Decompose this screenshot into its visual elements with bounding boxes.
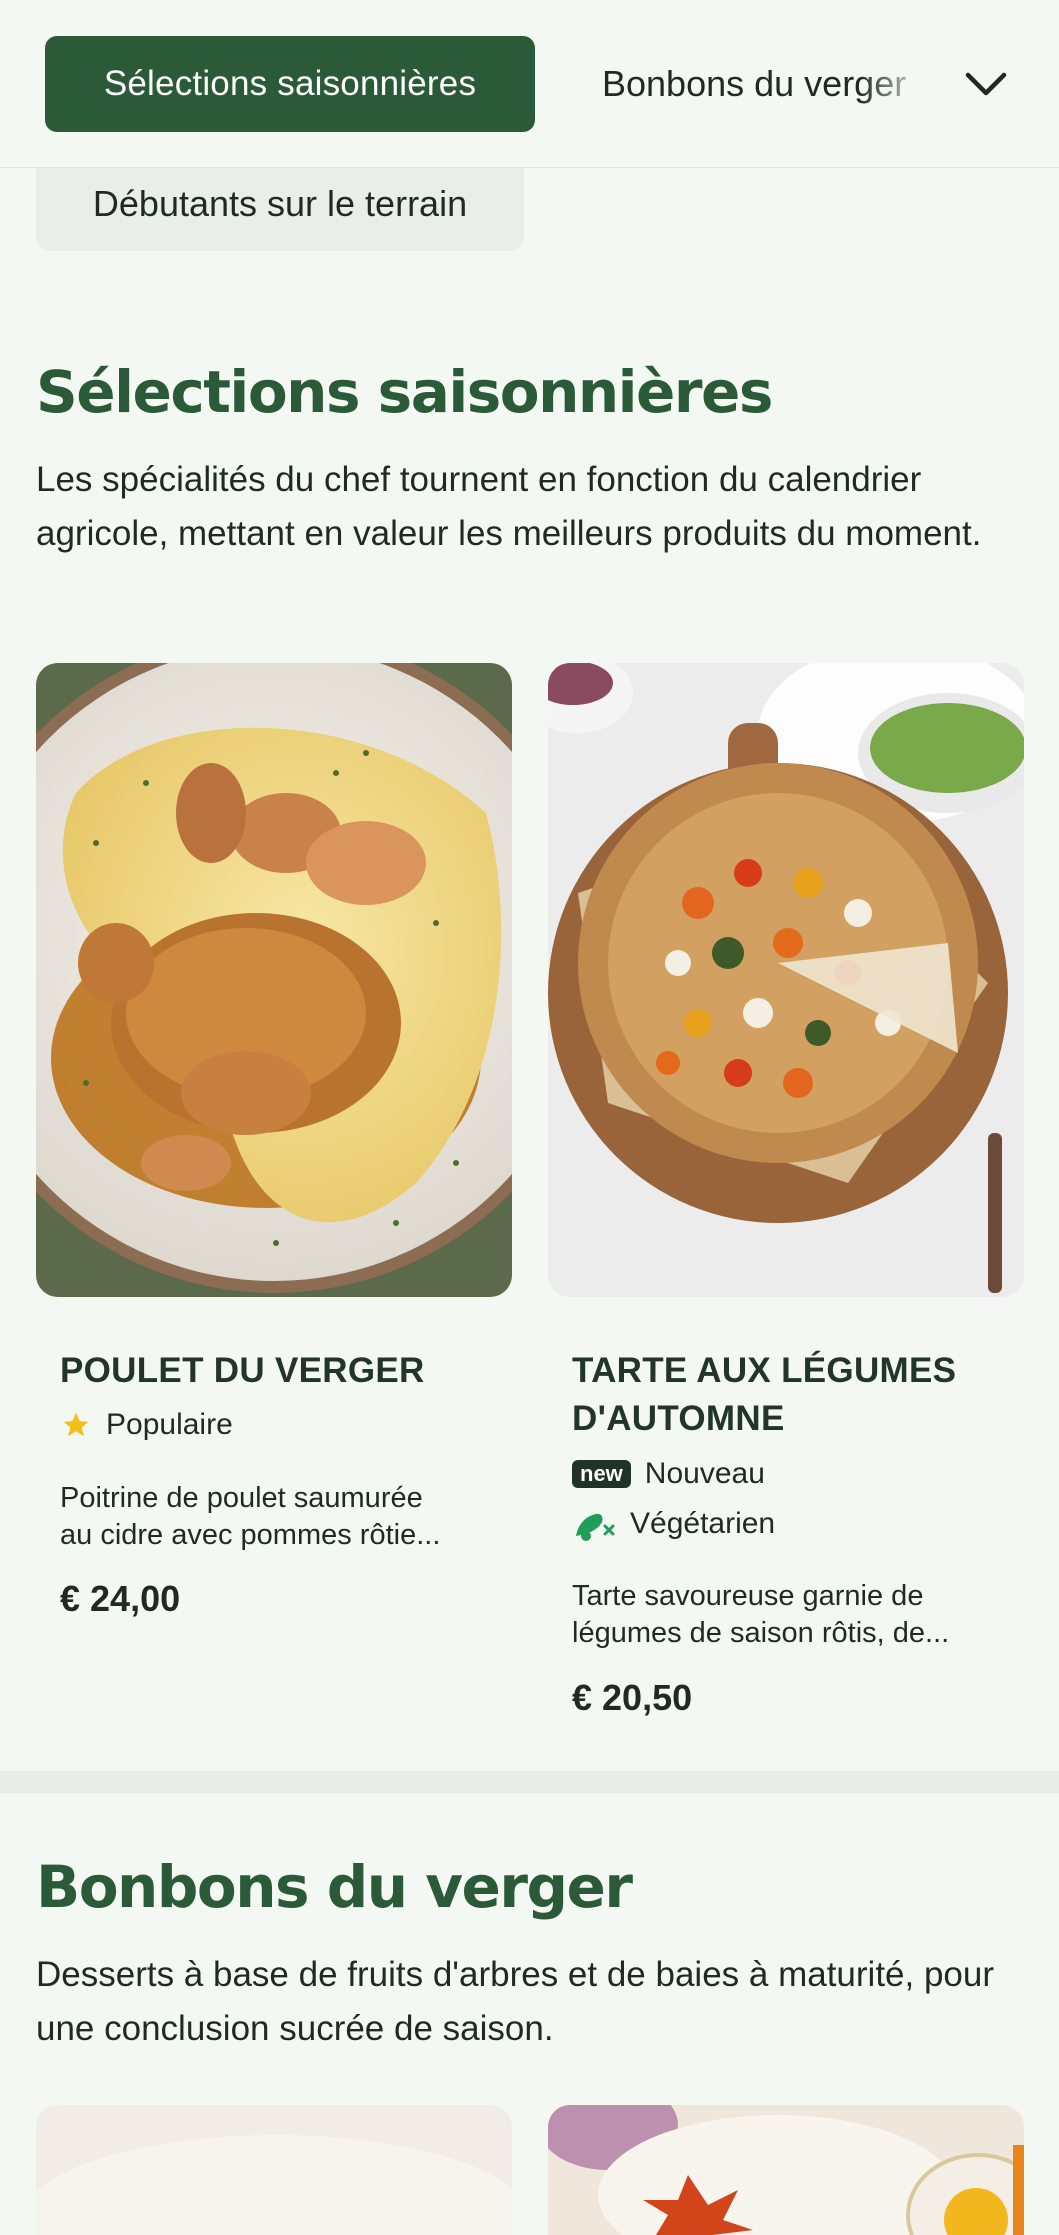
vegetarian-icon (572, 1506, 616, 1542)
tag-new: new Nouveau (572, 1457, 765, 1491)
star-icon (60, 1410, 92, 1440)
description-line: Poitrine de poulet saumurée (60, 1482, 423, 1514)
dish-description-chicken: Poitrine de poulet saumurée au cidre ave… (60, 1480, 480, 1554)
new-badge: new (572, 1460, 631, 1488)
dish-name-tart: TARTE AUX LÉGUMES D'AUTOMNE (572, 1347, 956, 1443)
tag-label: Végétarien (630, 1507, 776, 1540)
description-line: au cidre avec pommes rôtie... (60, 1519, 441, 1551)
section-description-orchard: Desserts à base de fruits d'arbres et de… (36, 1955, 995, 2048)
description-line: légumes de saison rôtis, de... (572, 1617, 950, 1649)
dish-price-chicken: € 24,00 (60, 1578, 181, 1619)
dish-image-dessert-2[interactable] (548, 2105, 1024, 2235)
dish-name-line: TARTE AUX LÉGUMES (572, 1351, 957, 1390)
category-chip-seasonal[interactable]: Sélections saisonnières (45, 36, 535, 132)
tag-vegetarian: Végétarien (572, 1506, 775, 1542)
dish-name-chicken: POULET DU VERGER (60, 1351, 425, 1390)
dish-name-line: D'AUTOMNE (572, 1399, 785, 1438)
section-title-seasonal: Sélections saisonnières (36, 358, 773, 426)
dish-price-tart: € 20,50 (572, 1677, 693, 1718)
dish-image-tart[interactable] (548, 663, 1024, 1297)
category-nav: Sélections saisonnières Bonbons du verge… (0, 0, 1059, 168)
chevron-down-icon[interactable] (958, 56, 1014, 112)
description-line: Tarte savoureuse garnie de (572, 1580, 924, 1612)
dish-image-dessert-1[interactable] (36, 2105, 512, 2235)
dish-image-chicken[interactable] (36, 663, 512, 1297)
dish-description-tart: Tarte savoureuse garnie de légumes de sa… (572, 1578, 992, 1652)
nav-fade-overlay (860, 40, 950, 128)
tag-popular: Populaire (60, 1408, 233, 1442)
section-title-orchard: Bonbons du verger (36, 1853, 633, 1921)
tag-label: Nouveau (644, 1457, 765, 1490)
tag-label: Populaire (106, 1408, 233, 1441)
section-description-seasonal: Les spécialités du chef tournent en fonc… (36, 460, 982, 553)
category-chip-beginners[interactable]: Débutants sur le terrain (36, 156, 524, 251)
section-divider (0, 1771, 1059, 1793)
